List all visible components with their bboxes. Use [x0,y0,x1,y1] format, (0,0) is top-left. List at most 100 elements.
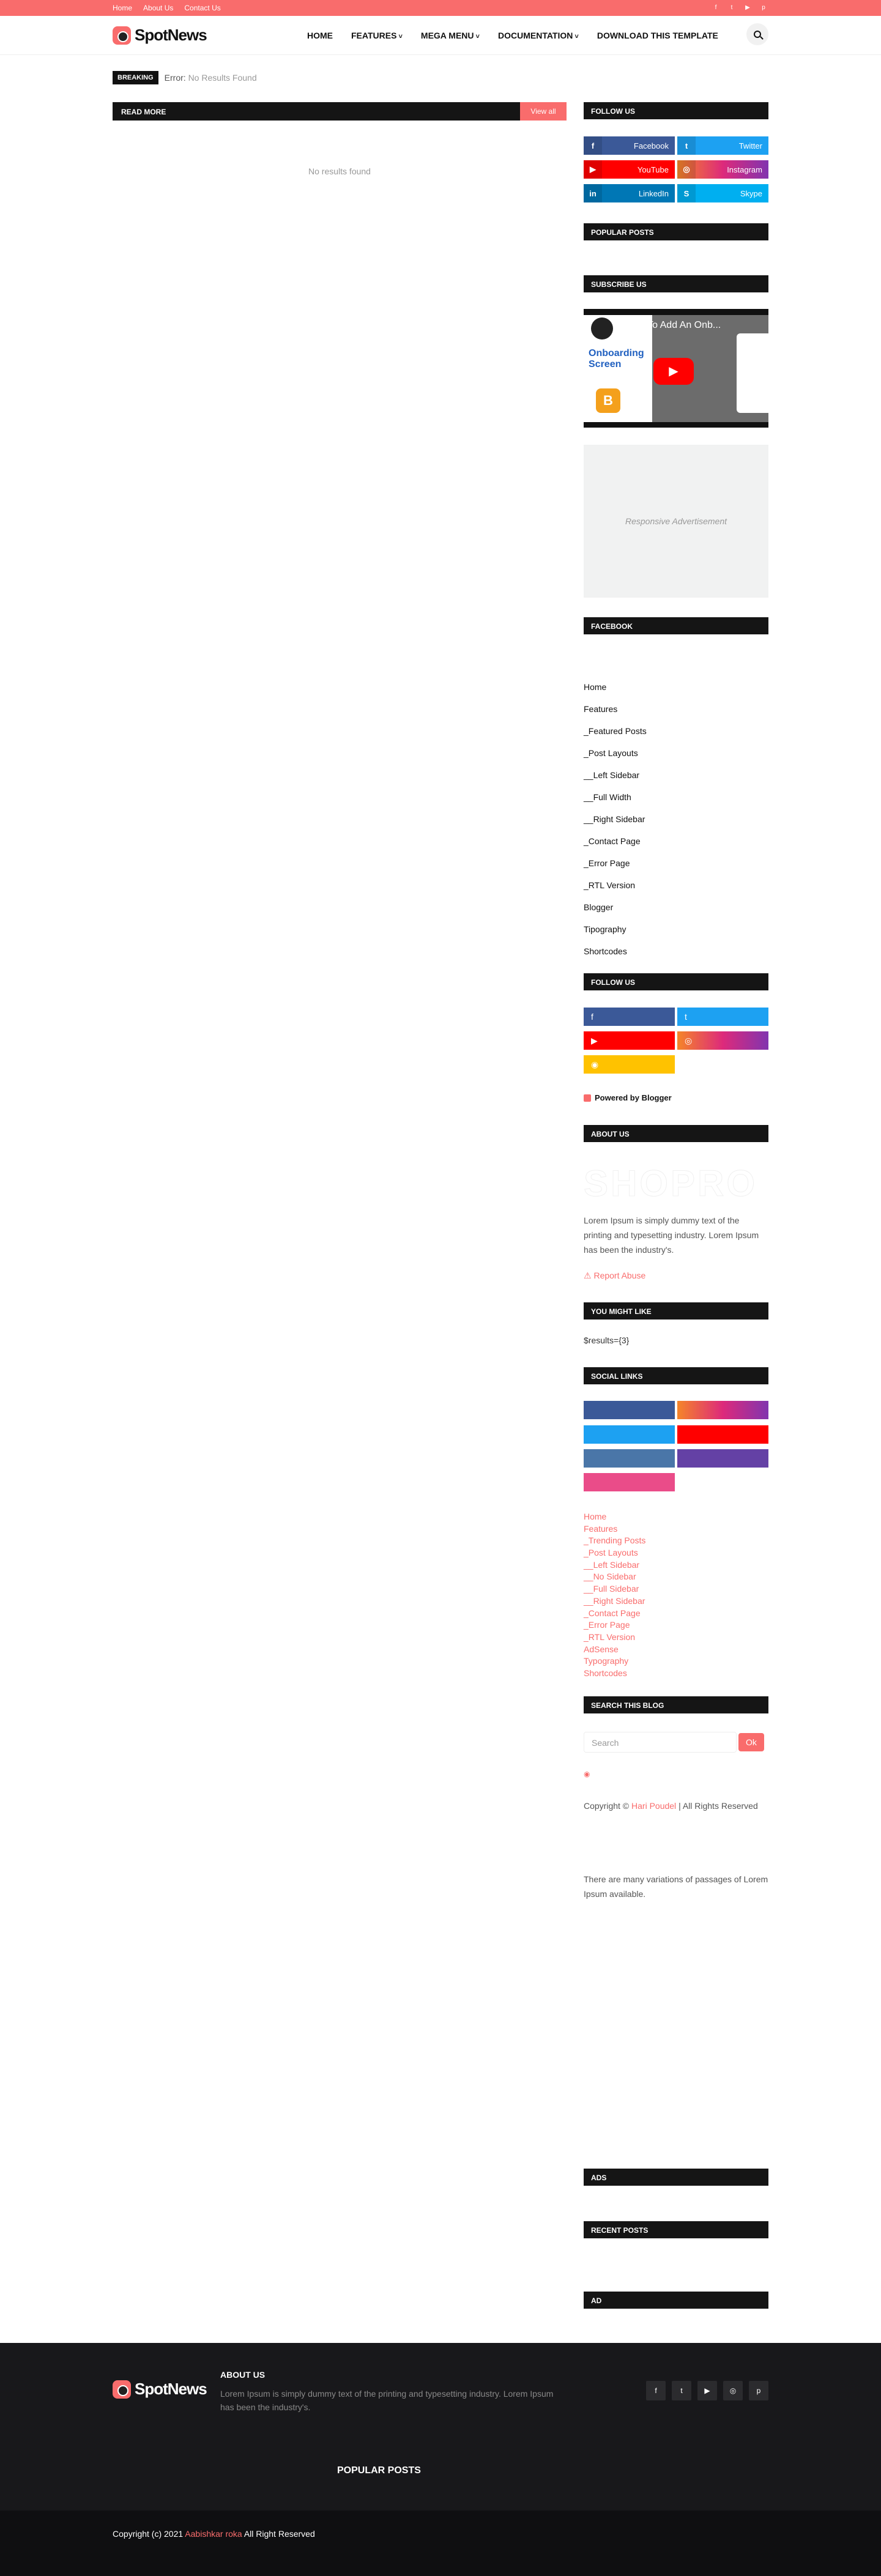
link-item[interactable]: __No Sidebar [584,1571,645,1583]
search-blog-title: SEARCH THIS BLOG [584,1696,768,1713]
report-abuse-link[interactable]: ⚠ Report Abuse [584,1271,645,1281]
link-list: Home Features _Trending Posts _Post Layo… [584,1511,645,1680]
logo-mark-icon [113,2380,131,2399]
footer-about-title: ABOUT US [220,2370,266,2380]
view-all-button[interactable]: View all [520,102,567,121]
facebook-icon[interactable]: f [711,3,721,13]
nav-download[interactable]: DOWNLOAD THIS TEMPLATE [597,31,718,40]
menu-item[interactable]: Blogger [584,901,647,923]
menu-item[interactable]: __Full Width [584,791,647,813]
powered-by[interactable]: Powered by Blogger [584,1093,672,1102]
rss-icon[interactable]: ◉ [584,1770,590,1778]
link-item[interactable]: Typography [584,1655,645,1668]
link-item[interactable]: AdSense [584,1644,645,1656]
footer-popular-title: POPULAR POSTS [337,2465,421,2476]
twitter-follow-button[interactable]: t Twitter [677,136,768,155]
twitter-icon: t [677,136,696,155]
menu-item[interactable]: _RTL Version [584,879,647,901]
linkedin-label: LinkedIn [638,188,669,198]
vk-link[interactable] [584,1449,675,1468]
facebook-follow-button[interactable]: f Facebook [584,136,675,155]
link-item[interactable]: __Left Sidebar [584,1559,645,1572]
video-title[interactable]: How To Add An Onb... [625,320,721,331]
menu-item[interactable]: _Featured Posts [584,725,647,747]
top-link-contact[interactable]: Contact Us [184,4,220,12]
youtube-video[interactable]: Onboarding Screen B ▶ How To Add An Onb.… [584,309,786,428]
rss-icon[interactable]: ◉ [584,1055,675,1074]
search-button[interactable] [746,23,768,45]
site-footer: SpotNews ABOUT US Lorem Ipsum is simply … [0,2343,881,2511]
link-item[interactable]: _Trending Posts [584,1535,645,1547]
facebook-label: Facebook [633,141,669,150]
menu-item[interactable]: _Post Layouts [584,747,647,769]
dribbble-link[interactable] [584,1473,675,1491]
menu-item[interactable]: Shortcodes [584,945,647,967]
footer-about-text: Lorem Ipsum is simply dummy text of the … [220,2389,554,2412]
link-item[interactable]: _Error Page [584,1619,645,1631]
linkedin-follow-button[interactable]: in LinkedIn [584,184,675,202]
twitter-icon[interactable]: t [677,1008,768,1026]
nav-mega-menu[interactable]: MEGA MENU [421,31,480,40]
linkedin-icon: in [584,184,602,202]
youtube-follow-button[interactable]: ▶ YouTube [584,160,675,179]
footer-copyright: Copyright (c) 2021 Aabishkar roka All Ri… [113,2529,315,2539]
twitter-link[interactable] [584,1425,675,1444]
youtube-icon[interactable]: ▶ [584,1031,675,1050]
report-abuse-label: Report Abuse [593,1271,646,1280]
copyright-suffix: | All Rights Reserved [678,1801,758,1811]
instagram-icon: ◎ [677,160,696,179]
twitch-link[interactable] [677,1449,768,1468]
nav-features[interactable]: FEATURES [351,31,403,40]
link-item[interactable]: __Full Sidebar [584,1583,645,1595]
footer-logo[interactable]: SpotNews [113,2380,207,2399]
link-item[interactable]: __Right Sidebar [584,1595,645,1608]
facebook-link[interactable] [584,1401,675,1419]
instagram-label: Instagram [727,165,762,174]
blogger-icon [584,1094,591,1102]
search-input[interactable]: Search [584,1732,737,1753]
pinterest-icon[interactable]: p [749,2381,768,2400]
link-item[interactable]: _Post Layouts [584,1547,645,1559]
site-logo[interactable]: SpotNews [113,26,207,45]
nav-home[interactable]: HOME [307,31,333,40]
menu-item[interactable]: Features [584,703,647,725]
link-item[interactable]: Home [584,1511,645,1523]
facebook-icon[interactable]: f [584,1008,675,1026]
top-link-home[interactable]: Home [113,4,132,12]
instagram-icon[interactable]: ◎ [723,2381,743,2400]
youtube-icon[interactable]: ▶ [743,3,753,13]
instagram-link[interactable] [677,1401,768,1419]
link-item[interactable]: _RTL Version [584,1631,645,1644]
link-item[interactable]: Features [584,1523,645,1535]
menu-item[interactable]: Tipography [584,923,647,945]
menu-item[interactable]: __Right Sidebar [584,813,647,835]
skype-follow-button[interactable]: S Skype [677,184,768,202]
facebook-icon[interactable]: f [646,2381,666,2400]
twitter-icon[interactable]: t [672,2381,691,2400]
twitter-icon[interactable]: t [727,3,737,13]
breaking-label: Error: [164,73,186,83]
nav-documentation[interactable]: DOCUMENTATION [498,31,579,40]
blogger-icon: B [596,388,620,413]
breaking-ticker: BREAKING Error: No Results Found [113,71,257,84]
pinterest-icon[interactable]: p [759,3,768,13]
link-item[interactable]: _Contact Page [584,1608,645,1620]
copyright-author-link[interactable]: Hari Poudel [631,1801,676,1811]
youtube-icon[interactable]: ▶ [697,2381,717,2400]
search-submit-button[interactable]: Ok [738,1733,764,1751]
menu-item[interactable]: _Error Page [584,857,647,879]
youtube-link[interactable] [677,1425,768,1444]
top-links: Home About Us Contact Us [113,0,232,16]
play-icon[interactable]: ▶ [653,358,694,385]
footer-author-link[interactable]: Aabishkar roka [185,2529,242,2539]
menu-item[interactable]: Home [584,681,647,703]
instagram-follow-button[interactable]: ◎ Instagram [677,160,768,179]
top-link-about[interactable]: About Us [143,4,173,12]
top-bar: Home About Us Contact Us f t ▶ p [0,0,881,16]
menu-item[interactable]: _Contact Page [584,835,647,857]
menu-item[interactable]: __Left Sidebar [584,769,647,791]
instagram-icon[interactable]: ◎ [677,1031,768,1050]
about-logo: SHOPRO [583,1163,758,1204]
link-item[interactable]: Shortcodes [584,1668,645,1680]
copyright-prefix: Copyright © [584,1801,630,1811]
